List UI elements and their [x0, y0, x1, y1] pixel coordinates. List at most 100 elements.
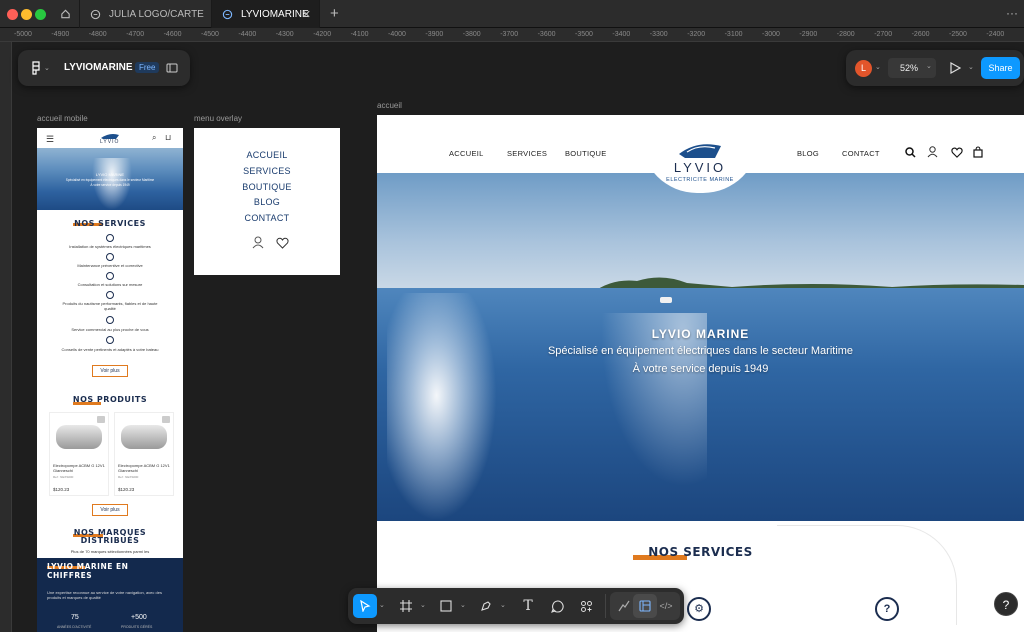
- ruler-tick-label: -4400: [238, 31, 257, 38]
- cart-add-icon[interactable]: [97, 416, 105, 423]
- user-icon[interactable]: [927, 146, 938, 158]
- ruler-tick-label: -4700: [126, 31, 145, 38]
- nav-link-services[interactable]: SERVICES: [507, 149, 547, 158]
- ruler-tick-label: -2800: [836, 31, 855, 38]
- actions-tool-button[interactable]: [574, 594, 598, 618]
- yacht: [660, 297, 672, 303]
- avatar[interactable]: L: [855, 60, 872, 77]
- chevron-down-icon[interactable]: ⌄: [968, 63, 974, 71]
- product-card[interactable]: Electropompe ACBM G 12V1 Gianneschi Ref …: [49, 412, 109, 496]
- code-icon: </>: [659, 601, 673, 611]
- overlay-menu-item[interactable]: BOUTIQUE: [194, 182, 340, 192]
- text-tool-button[interactable]: T: [516, 594, 540, 618]
- file-name[interactable]: LYVIOMARINE: [64, 62, 133, 73]
- wrench-icon: ⚙: [687, 597, 711, 621]
- help-button[interactable]: ?: [994, 592, 1018, 616]
- close-window-button[interactable]: [7, 9, 18, 20]
- share-button[interactable]: Share: [981, 57, 1020, 79]
- new-tab-button[interactable]: +: [330, 5, 339, 22]
- ruler-tick-label: -3800: [462, 31, 481, 38]
- figma-file-icon: [90, 9, 101, 19]
- draw-icon: [618, 600, 630, 612]
- mobile-hero: LYVIO MARINE Spécialisé en équipement él…: [37, 148, 183, 210]
- mobile-service-item: Installation de systèmes électriques mar…: [69, 244, 151, 249]
- mobile-see-more-button[interactable]: Voir plus: [92, 365, 128, 377]
- chevron-down-icon[interactable]: ⌄: [420, 601, 426, 609]
- heart-icon[interactable]: [951, 147, 963, 158]
- product-card[interactable]: Electropompe ACBM G 12V1 Gianneschi Ref …: [114, 412, 174, 496]
- dev-mode-button[interactable]: </>: [654, 594, 678, 618]
- nav-link-boutique[interactable]: BOUTIQUE: [565, 149, 607, 158]
- vertical-ruler: [0, 42, 12, 632]
- product-name: Electropompe ACBM G 12V1 Gianneschi: [53, 463, 105, 473]
- overlay-menu-item[interactable]: CONTACT: [194, 213, 340, 223]
- cart-add-icon[interactable]: [162, 416, 170, 423]
- user-icon[interactable]: [252, 236, 264, 249]
- chevron-down-icon[interactable]: ⌄: [875, 63, 881, 71]
- nav-link-contact[interactable]: CONTACT: [842, 149, 880, 158]
- frame-tool-button[interactable]: [394, 594, 418, 618]
- minimize-window-button[interactable]: [21, 9, 32, 20]
- cart-icon[interactable]: [973, 146, 983, 158]
- ruler-tick-label: -2400: [986, 31, 1005, 38]
- mobile-see-more-products-button[interactable]: Voir plus: [92, 504, 128, 516]
- sidebar-toggle-icon[interactable]: [166, 62, 178, 74]
- frame-label-main[interactable]: accueil: [377, 101, 402, 110]
- mobile-frame[interactable]: ☰ LYVIO ⌕ ⊔ LYVIO MARINE Spécialisé en é…: [37, 128, 183, 632]
- desktop-frame[interactable]: ACCUEIL SERVICES BOUTIQUE BLOG CONTACT L…: [377, 115, 1024, 632]
- mobile-service-item: Maintenance préventive et corrective: [77, 263, 143, 268]
- move-tool-button[interactable]: [353, 594, 377, 618]
- heart-icon[interactable]: [276, 237, 289, 249]
- overlay-menu-item[interactable]: ACCUEIL: [194, 150, 340, 160]
- ruler-tick-label: -2600: [911, 31, 930, 38]
- top-right-panel: L ⌄ 52% ⌄ ⌄ Share: [846, 50, 1024, 86]
- ruler-tick-label: -4300: [275, 31, 294, 38]
- ruler-tick-label: -2700: [874, 31, 893, 38]
- nav-link-blog[interactable]: BLOG: [797, 149, 819, 158]
- pen-tool-button[interactable]: [474, 594, 498, 618]
- nav-link-accueil[interactable]: ACCUEIL: [449, 149, 484, 158]
- tab-julia-logo[interactable]: JULIA LOGO/CARTE: [80, 0, 212, 28]
- shape-tool-button[interactable]: [434, 594, 458, 618]
- logo-tagline: ELECTRICITE MARINE: [666, 177, 734, 183]
- figma-file-icon: [222, 9, 233, 19]
- chevron-down-icon[interactable]: ⌄: [500, 601, 506, 609]
- home-tab[interactable]: [52, 0, 80, 28]
- figma-menu-icon[interactable]: [29, 61, 43, 75]
- chevron-down-icon[interactable]: ⌄: [460, 601, 466, 609]
- menu-overlay-frame[interactable]: ACCUEIL SERVICES BOUTIQUE BLOG CONTACT: [194, 128, 340, 275]
- comment-tool-button[interactable]: [545, 594, 569, 618]
- star-icon: [106, 291, 114, 299]
- zoom-control[interactable]: 52% ⌄: [888, 58, 936, 78]
- chevron-down-icon[interactable]: ⌄: [379, 601, 385, 609]
- present-play-icon[interactable]: [950, 62, 961, 74]
- pump-image: [121, 425, 167, 449]
- tab-lyviomarine[interactable]: LYVIOMARINE ✕: [212, 0, 320, 28]
- logo-name: LYVIO: [673, 160, 727, 175]
- product-ref: Ref : NEXS000: [118, 475, 139, 479]
- close-tab-icon[interactable]: ✕: [302, 8, 311, 21]
- mobile-hero-title: LYVIO MARINE: [95, 172, 125, 177]
- chevron-down-icon[interactable]: ⌄: [44, 64, 50, 72]
- mobile-hero-line2: À votre service depuis 1949: [90, 183, 130, 187]
- frame-label-overlay[interactable]: menu overlay: [194, 114, 242, 123]
- maximize-window-button[interactable]: [35, 9, 46, 20]
- frame-label-mobile[interactable]: accueil mobile: [37, 114, 88, 123]
- search-icon[interactable]: ⌕: [152, 133, 156, 143]
- cart-icon[interactable]: ⊔: [165, 133, 171, 142]
- design-mode-icon: [639, 600, 651, 612]
- tab-label: JULIA LOGO/CARTE: [109, 8, 204, 20]
- mobile-logo-name: LYVIO: [100, 139, 120, 145]
- ruler-tick-label: -4800: [88, 31, 107, 38]
- boat-sketch: [777, 525, 957, 625]
- hamburger-icon[interactable]: ☰: [46, 134, 54, 145]
- overlay-menu-item[interactable]: SERVICES: [194, 166, 340, 176]
- more-menu-icon[interactable]: ···: [1006, 6, 1018, 20]
- toolbar-divider: [605, 594, 606, 618]
- ruler-tick-label: -3200: [687, 31, 706, 38]
- hero-title: LYVIO MARINE: [651, 327, 750, 341]
- overlay-menu-item[interactable]: BLOG: [194, 197, 340, 207]
- search-icon[interactable]: [905, 147, 916, 158]
- mobile-products-heading: NOS PRODUITS: [72, 395, 148, 404]
- ruler-tick-label: -4900: [51, 31, 70, 38]
